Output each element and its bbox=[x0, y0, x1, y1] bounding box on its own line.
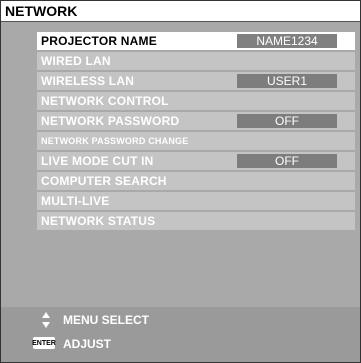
menu-item-label: MULTI-LIVE bbox=[41, 194, 110, 208]
menu-item-multi-live[interactable]: MULTI-LIVE bbox=[37, 192, 355, 210]
menu-item-live-mode-cut-in[interactable]: LIVE MODE CUT IN OFF bbox=[37, 152, 355, 170]
menu-item-network-control[interactable]: NETWORK CONTROL bbox=[37, 92, 355, 110]
menu-item-label: LIVE MODE CUT IN bbox=[41, 154, 154, 168]
menu-item-label: NETWORK CONTROL bbox=[41, 94, 169, 108]
menu-item-label: PROJECTOR NAME bbox=[41, 34, 157, 48]
live-mode-cut-in-value: OFF bbox=[237, 154, 337, 168]
adjust-hint: ADJUST bbox=[63, 337, 112, 351]
menu-select-hint: MENU SELECT bbox=[63, 313, 150, 327]
menu-item-projector-name[interactable]: PROJECTOR NAME NAME1234 bbox=[37, 32, 355, 50]
menu-item-label: WIRED LAN bbox=[41, 54, 111, 68]
menu-item-wired-lan[interactable]: WIRED LAN bbox=[37, 52, 355, 70]
network-menu-window: NETWORK PROJECTOR NAME NAME1234 WIRED LA… bbox=[0, 0, 361, 363]
title-bar: NETWORK bbox=[1, 1, 360, 22]
menu-item-label: WIRELESS LAN bbox=[41, 74, 135, 88]
menu-item-label: NETWORK PASSWORD CHANGE bbox=[41, 136, 189, 146]
projector-name-value: NAME1234 bbox=[237, 34, 337, 48]
network-password-value: OFF bbox=[237, 114, 337, 128]
menu-item-computer-search[interactable]: COMPUTER SEARCH bbox=[37, 172, 355, 190]
menu-item-network-status[interactable]: NETWORK STATUS bbox=[37, 212, 355, 230]
menu-item-network-password-change[interactable]: NETWORK PASSWORD CHANGE bbox=[37, 132, 355, 150]
menu-item-label: COMPUTER SEARCH bbox=[41, 174, 167, 188]
wireless-lan-value: USER1 bbox=[237, 74, 337, 88]
menu-title: NETWORK bbox=[5, 3, 78, 19]
footer-hints: MENU SELECT ENTER ADJUST bbox=[1, 307, 360, 362]
enter-key-icon: ENTER bbox=[32, 337, 56, 349]
menu-item-label: NETWORK STATUS bbox=[41, 214, 156, 228]
menu-item-label: NETWORK PASSWORD bbox=[41, 114, 180, 128]
up-down-arrows-icon bbox=[42, 312, 50, 328]
menu-item-network-password[interactable]: NETWORK PASSWORD OFF bbox=[37, 112, 355, 130]
menu-list: PROJECTOR NAME NAME1234 WIRED LAN WIRELE… bbox=[37, 32, 355, 232]
menu-item-wireless-lan[interactable]: WIRELESS LAN USER1 bbox=[37, 72, 355, 90]
